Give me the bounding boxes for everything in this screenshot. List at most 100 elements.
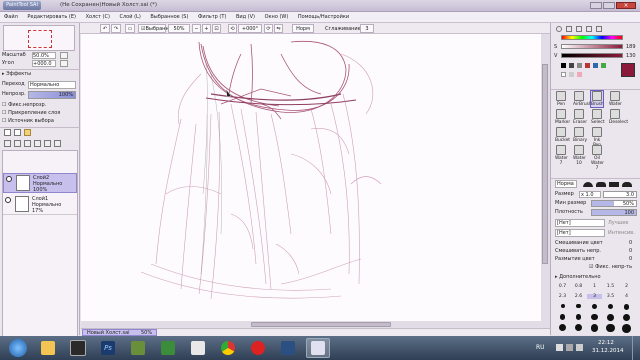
new-layer-icon[interactable] xyxy=(4,129,11,136)
brush-size-preset[interactable] xyxy=(603,314,618,322)
sai-taskbar-icon[interactable] xyxy=(306,338,330,358)
navigator-viewport[interactable] xyxy=(28,30,52,48)
menu-filter[interactable]: Фильтр (T) xyxy=(194,12,230,23)
angle-field[interactable]: +000° xyxy=(238,24,262,33)
blend-select[interactable]: Нормально xyxy=(28,81,76,89)
brush-size-preset[interactable]: 2.6 xyxy=(571,294,586,299)
selection-toggle[interactable]: ☑Выбранное xyxy=(138,24,175,33)
merge-down-icon[interactable] xyxy=(14,140,21,147)
menu-help[interactable]: Помощь/Настройки xyxy=(294,12,353,23)
tool-eraser[interactable]: Eraser xyxy=(573,109,587,125)
photoshop-icon[interactable]: Ps xyxy=(96,338,120,358)
media-center-icon[interactable] xyxy=(276,338,300,358)
eye-icon[interactable] xyxy=(6,176,12,182)
scroll-thumb[interactable] xyxy=(251,322,391,327)
angle-value[interactable]: +000.0 xyxy=(32,60,56,67)
brush-size-preset[interactable] xyxy=(555,314,570,321)
menu-selection[interactable]: Выбранное (S) xyxy=(146,12,192,23)
flip-button[interactable]: ⇋ xyxy=(274,24,283,33)
clock-date[interactable]: 31.12.2014 xyxy=(592,348,624,354)
color-presets[interactable] xyxy=(561,63,617,79)
smoothing-field[interactable]: 3 xyxy=(360,24,374,33)
brush-size-preset[interactable] xyxy=(571,314,586,321)
opera-icon[interactable] xyxy=(246,338,270,358)
brush-size-preset[interactable] xyxy=(603,324,618,333)
keep-opacity-checkbox[interactable]: ☑ Фикс. непр-ть xyxy=(589,264,632,271)
scale-value[interactable]: 50.0% xyxy=(32,52,56,59)
zoom-field[interactable]: 50% xyxy=(168,24,190,33)
scroll-thumb[interactable] xyxy=(542,64,548,264)
close-icon[interactable]: × xyxy=(616,2,636,9)
camtasia-icon[interactable] xyxy=(156,338,180,358)
tool-binary[interactable]: Binary xyxy=(573,127,587,143)
show-desktop-button[interactable] xyxy=(632,336,640,360)
minecraft-icon[interactable] xyxy=(126,338,150,358)
undo-button[interactable]: ↶ xyxy=(100,24,110,33)
advanced-toggle[interactable]: ▸ Дополнительно xyxy=(555,274,601,281)
brush-size-preset[interactable] xyxy=(571,304,586,309)
tool-bucket[interactable]: Bucket xyxy=(555,127,570,143)
brush-size-preset[interactable]: 1 xyxy=(587,284,602,289)
brush-texture-select[interactable]: [Нет] xyxy=(555,229,605,237)
tool-select[interactable]: Select xyxy=(591,109,605,125)
brush-size-preset[interactable]: 3 xyxy=(587,294,602,299)
brush-size-preset[interactable] xyxy=(603,304,618,310)
brush-size-preset[interactable]: 2 xyxy=(619,284,634,289)
brush-size-preset[interactable] xyxy=(619,304,634,311)
maximize-icon[interactable] xyxy=(603,2,615,9)
menu-window[interactable]: Окно (W) xyxy=(261,12,293,23)
zoom-reset-button[interactable]: ⊡ xyxy=(212,24,221,33)
mode-select[interactable]: Норм xyxy=(292,24,314,33)
tool-brush[interactable]: Brush xyxy=(590,90,604,108)
size-multiplier[interactable]: x 1.0 xyxy=(579,191,601,198)
hsv-slider-icon[interactable] xyxy=(576,26,582,32)
rotate-left-button[interactable]: ⟲ xyxy=(228,24,237,33)
brush-size-preset[interactable]: 0.8 xyxy=(571,284,586,289)
effects-toggle[interactable]: ▸ Эффекты xyxy=(2,71,31,78)
chrome-icon[interactable] xyxy=(216,338,240,358)
navigator-preview[interactable] xyxy=(3,25,75,51)
min-size-slider[interactable]: 50% xyxy=(591,200,637,207)
rgb-slider-icon[interactable] xyxy=(566,26,572,32)
new-linework-layer-icon[interactable] xyxy=(14,129,21,136)
swatches-icon[interactable] xyxy=(586,26,592,32)
dilution-value[interactable]: 0 xyxy=(629,248,632,254)
texture-mode-select[interactable]: Норма xyxy=(555,180,577,188)
tray-volume-icon[interactable] xyxy=(576,344,583,351)
tray-flag-icon[interactable] xyxy=(556,344,563,351)
primary-color-swatch[interactable] xyxy=(621,63,635,77)
new-folder-icon[interactable] xyxy=(24,129,31,136)
delete-layer-icon[interactable] xyxy=(34,140,41,147)
language-indicator[interactable]: RU xyxy=(536,344,545,351)
scale-reset-button[interactable] xyxy=(60,52,68,59)
zoom-in-button[interactable]: + xyxy=(202,24,211,33)
brush-size-preset[interactable] xyxy=(619,314,634,322)
persistence-value[interactable]: 0 xyxy=(629,256,632,262)
brush-size-preset[interactable]: 0.7 xyxy=(555,284,570,289)
clear-layer-icon[interactable] xyxy=(24,140,31,147)
size-slider[interactable]: 3.0 xyxy=(603,191,637,198)
brush-size-preset[interactable]: 2.3 xyxy=(555,294,570,299)
tool-water-10[interactable]: Water 10 xyxy=(573,145,586,166)
menu-view[interactable]: Вид (V) xyxy=(232,12,259,23)
hue-slider[interactable] xyxy=(561,35,623,40)
brush-size-preset[interactable] xyxy=(587,304,602,310)
menu-edit[interactable]: Редактировать (Е) xyxy=(23,12,80,23)
blend-colour-value[interactable]: 0 xyxy=(629,240,632,246)
document-tab[interactable]: Новый Холст.sai 50% xyxy=(82,329,157,336)
color-wheel-icon[interactable] xyxy=(556,26,562,32)
menu-layer[interactable]: Слой (L) xyxy=(116,12,145,23)
menu-file[interactable]: Файл xyxy=(0,12,22,23)
density-slider[interactable]: 100 xyxy=(591,209,637,216)
brush-size-preset[interactable]: 4 xyxy=(619,294,634,299)
tool-water-7[interactable]: Water 7 xyxy=(555,145,568,166)
menu-canvas[interactable]: Холст (С) xyxy=(82,12,114,23)
layer-row[interactable]: Слой1 Нормально 17% xyxy=(3,195,77,215)
tool-airbrush[interactable]: AirBrush xyxy=(573,91,592,107)
brush-size-preset[interactable] xyxy=(555,324,570,332)
layer-mask-icon[interactable] xyxy=(44,140,51,147)
minimize-icon[interactable] xyxy=(590,2,602,9)
scratchpad-icon[interactable] xyxy=(596,26,602,32)
delete-icon[interactable] xyxy=(54,140,61,147)
paper-texture-select[interactable]: [Нет] xyxy=(555,219,605,227)
